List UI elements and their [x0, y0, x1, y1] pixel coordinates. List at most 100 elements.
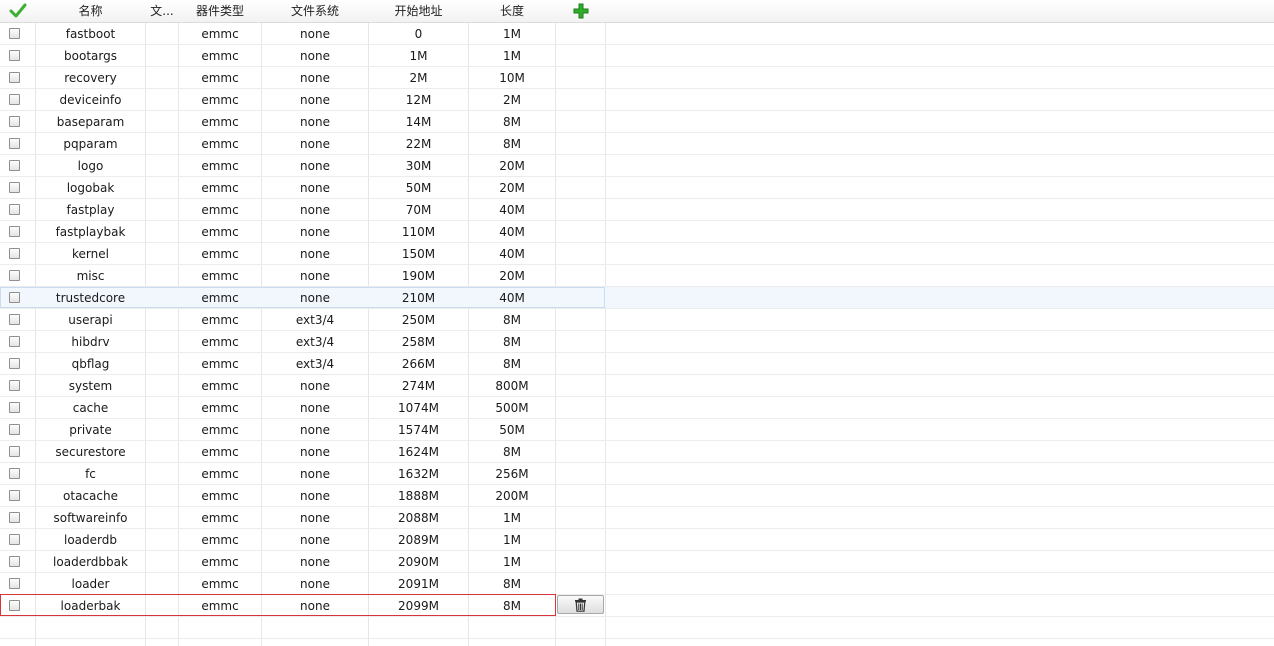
cell-filesystem[interactable]: none	[262, 595, 368, 616]
table-row[interactable]: qbflag emmc ext3/4 266M 8M	[0, 353, 1274, 375]
cell-name[interactable]: fastplaybak	[36, 221, 145, 242]
cell-length[interactable]: 20M	[469, 265, 555, 286]
cell-file[interactable]	[146, 397, 178, 418]
cell-device-type[interactable]: emmc	[179, 595, 261, 616]
table-row[interactable]: bootargs emmc none 1M 1M	[0, 45, 1274, 67]
cell-name[interactable]: system	[36, 375, 145, 396]
cell-name[interactable]: pqparam	[36, 133, 145, 154]
cell-start-address[interactable]: 30M	[369, 155, 468, 176]
table-row[interactable]: userapi emmc ext3/4 250M 8M	[0, 309, 1274, 331]
table-row[interactable]: trustedcore emmc none 210M 40M	[0, 287, 1274, 309]
cell-name[interactable]: cache	[36, 397, 145, 418]
cell-start-address[interactable]: 14M	[369, 111, 468, 132]
table-row[interactable]: baseparam emmc none 14M 8M	[0, 111, 1274, 133]
cell-length[interactable]: 8M	[469, 111, 555, 132]
checkmark-icon[interactable]	[9, 2, 27, 20]
cell-file[interactable]	[146, 485, 178, 506]
cell-length[interactable]: 8M	[469, 441, 555, 462]
row-checkbox[interactable]	[9, 446, 20, 457]
cell-filesystem[interactable]: none	[262, 551, 368, 572]
table-row[interactable]: misc emmc none 190M 20M	[0, 265, 1274, 287]
cell-file[interactable]	[146, 177, 178, 198]
table-row[interactable]: loaderdbbak emmc none 2090M 1M	[0, 551, 1274, 573]
cell-name[interactable]: bootargs	[36, 45, 145, 66]
cell-name[interactable]: userapi	[36, 309, 145, 330]
table-row[interactable]: loader emmc none 2091M 8M	[0, 573, 1274, 595]
column-header-start-address[interactable]: 开始地址	[369, 0, 468, 22]
cell-file[interactable]	[146, 111, 178, 132]
cell-filesystem[interactable]: none	[262, 265, 368, 286]
cell-length[interactable]: 50M	[469, 419, 555, 440]
cell-start-address[interactable]: 2089M	[369, 529, 468, 550]
cell-file[interactable]	[146, 419, 178, 440]
cell-start-address[interactable]: 2088M	[369, 507, 468, 528]
trash-icon[interactable]	[574, 598, 587, 612]
cell-filesystem[interactable]: none	[262, 375, 368, 396]
cell-device-type[interactable]: emmc	[179, 353, 261, 374]
row-checkbox[interactable]	[9, 160, 20, 171]
cell-file[interactable]	[146, 67, 178, 88]
cell-start-address[interactable]: 1888M	[369, 485, 468, 506]
select-all-header[interactable]	[0, 0, 35, 22]
cell-name[interactable]: recovery	[36, 67, 145, 88]
table-row[interactable]: hibdrv emmc ext3/4 258M 8M	[0, 331, 1274, 353]
table-row[interactable]: otacache emmc none 1888M 200M	[0, 485, 1274, 507]
row-checkbox[interactable]	[9, 182, 20, 193]
cell-start-address[interactable]: 1632M	[369, 463, 468, 484]
cell-device-type[interactable]: emmc	[179, 155, 261, 176]
cell-name[interactable]: logobak	[36, 177, 145, 198]
cell-length[interactable]: 10M	[469, 67, 555, 88]
cell-file[interactable]	[146, 23, 178, 44]
cell-file[interactable]	[146, 133, 178, 154]
column-header-file[interactable]: 文...	[146, 0, 178, 22]
row-checkbox[interactable]	[9, 314, 20, 325]
cell-name[interactable]: fastplay	[36, 199, 145, 220]
cell-filesystem[interactable]: none	[262, 441, 368, 462]
row-checkbox[interactable]	[9, 226, 20, 237]
cell-length[interactable]: 500M	[469, 397, 555, 418]
cell-device-type[interactable]: emmc	[179, 441, 261, 462]
cell-name[interactable]: trustedcore	[36, 287, 145, 308]
cell-device-type[interactable]: emmc	[179, 397, 261, 418]
row-checkbox[interactable]	[9, 94, 20, 105]
cell-length[interactable]: 1M	[469, 507, 555, 528]
cell-filesystem[interactable]: ext3/4	[262, 331, 368, 352]
cell-device-type[interactable]: emmc	[179, 331, 261, 352]
cell-name[interactable]: fastboot	[36, 23, 145, 44]
row-checkbox[interactable]	[9, 534, 20, 545]
cell-start-address[interactable]: 1M	[369, 45, 468, 66]
cell-length[interactable]: 1M	[469, 551, 555, 572]
cell-file[interactable]	[146, 551, 178, 572]
row-checkbox[interactable]	[9, 490, 20, 501]
cell-device-type[interactable]: emmc	[179, 177, 261, 198]
table-row[interactable]: fastplaybak emmc none 110M 40M	[0, 221, 1274, 243]
cell-device-type[interactable]: emmc	[179, 309, 261, 330]
cell-name[interactable]: fc	[36, 463, 145, 484]
cell-start-address[interactable]: 12M	[369, 89, 468, 110]
cell-length[interactable]: 8M	[469, 331, 555, 352]
delete-row-button[interactable]	[557, 595, 604, 614]
cell-start-address[interactable]: 70M	[369, 199, 468, 220]
cell-filesystem[interactable]: none	[262, 23, 368, 44]
row-checkbox[interactable]	[9, 28, 20, 39]
cell-name[interactable]: deviceinfo	[36, 89, 145, 110]
cell-start-address[interactable]: 1624M	[369, 441, 468, 462]
cell-length[interactable]: 20M	[469, 177, 555, 198]
cell-file[interactable]	[146, 463, 178, 484]
row-checkbox[interactable]	[9, 116, 20, 127]
cell-length[interactable]: 200M	[469, 485, 555, 506]
cell-file[interactable]	[146, 529, 178, 550]
cell-length[interactable]: 2M	[469, 89, 555, 110]
cell-filesystem[interactable]: none	[262, 89, 368, 110]
row-checkbox[interactable]	[9, 468, 20, 479]
cell-device-type[interactable]: emmc	[179, 133, 261, 154]
cell-filesystem[interactable]: none	[262, 177, 368, 198]
row-checkbox[interactable]	[9, 336, 20, 347]
cell-length[interactable]: 40M	[469, 199, 555, 220]
cell-filesystem[interactable]: none	[262, 485, 368, 506]
cell-filesystem[interactable]: none	[262, 419, 368, 440]
cell-file[interactable]	[146, 595, 178, 616]
cell-length[interactable]: 40M	[469, 243, 555, 264]
cell-filesystem[interactable]: none	[262, 287, 368, 308]
cell-device-type[interactable]: emmc	[179, 221, 261, 242]
